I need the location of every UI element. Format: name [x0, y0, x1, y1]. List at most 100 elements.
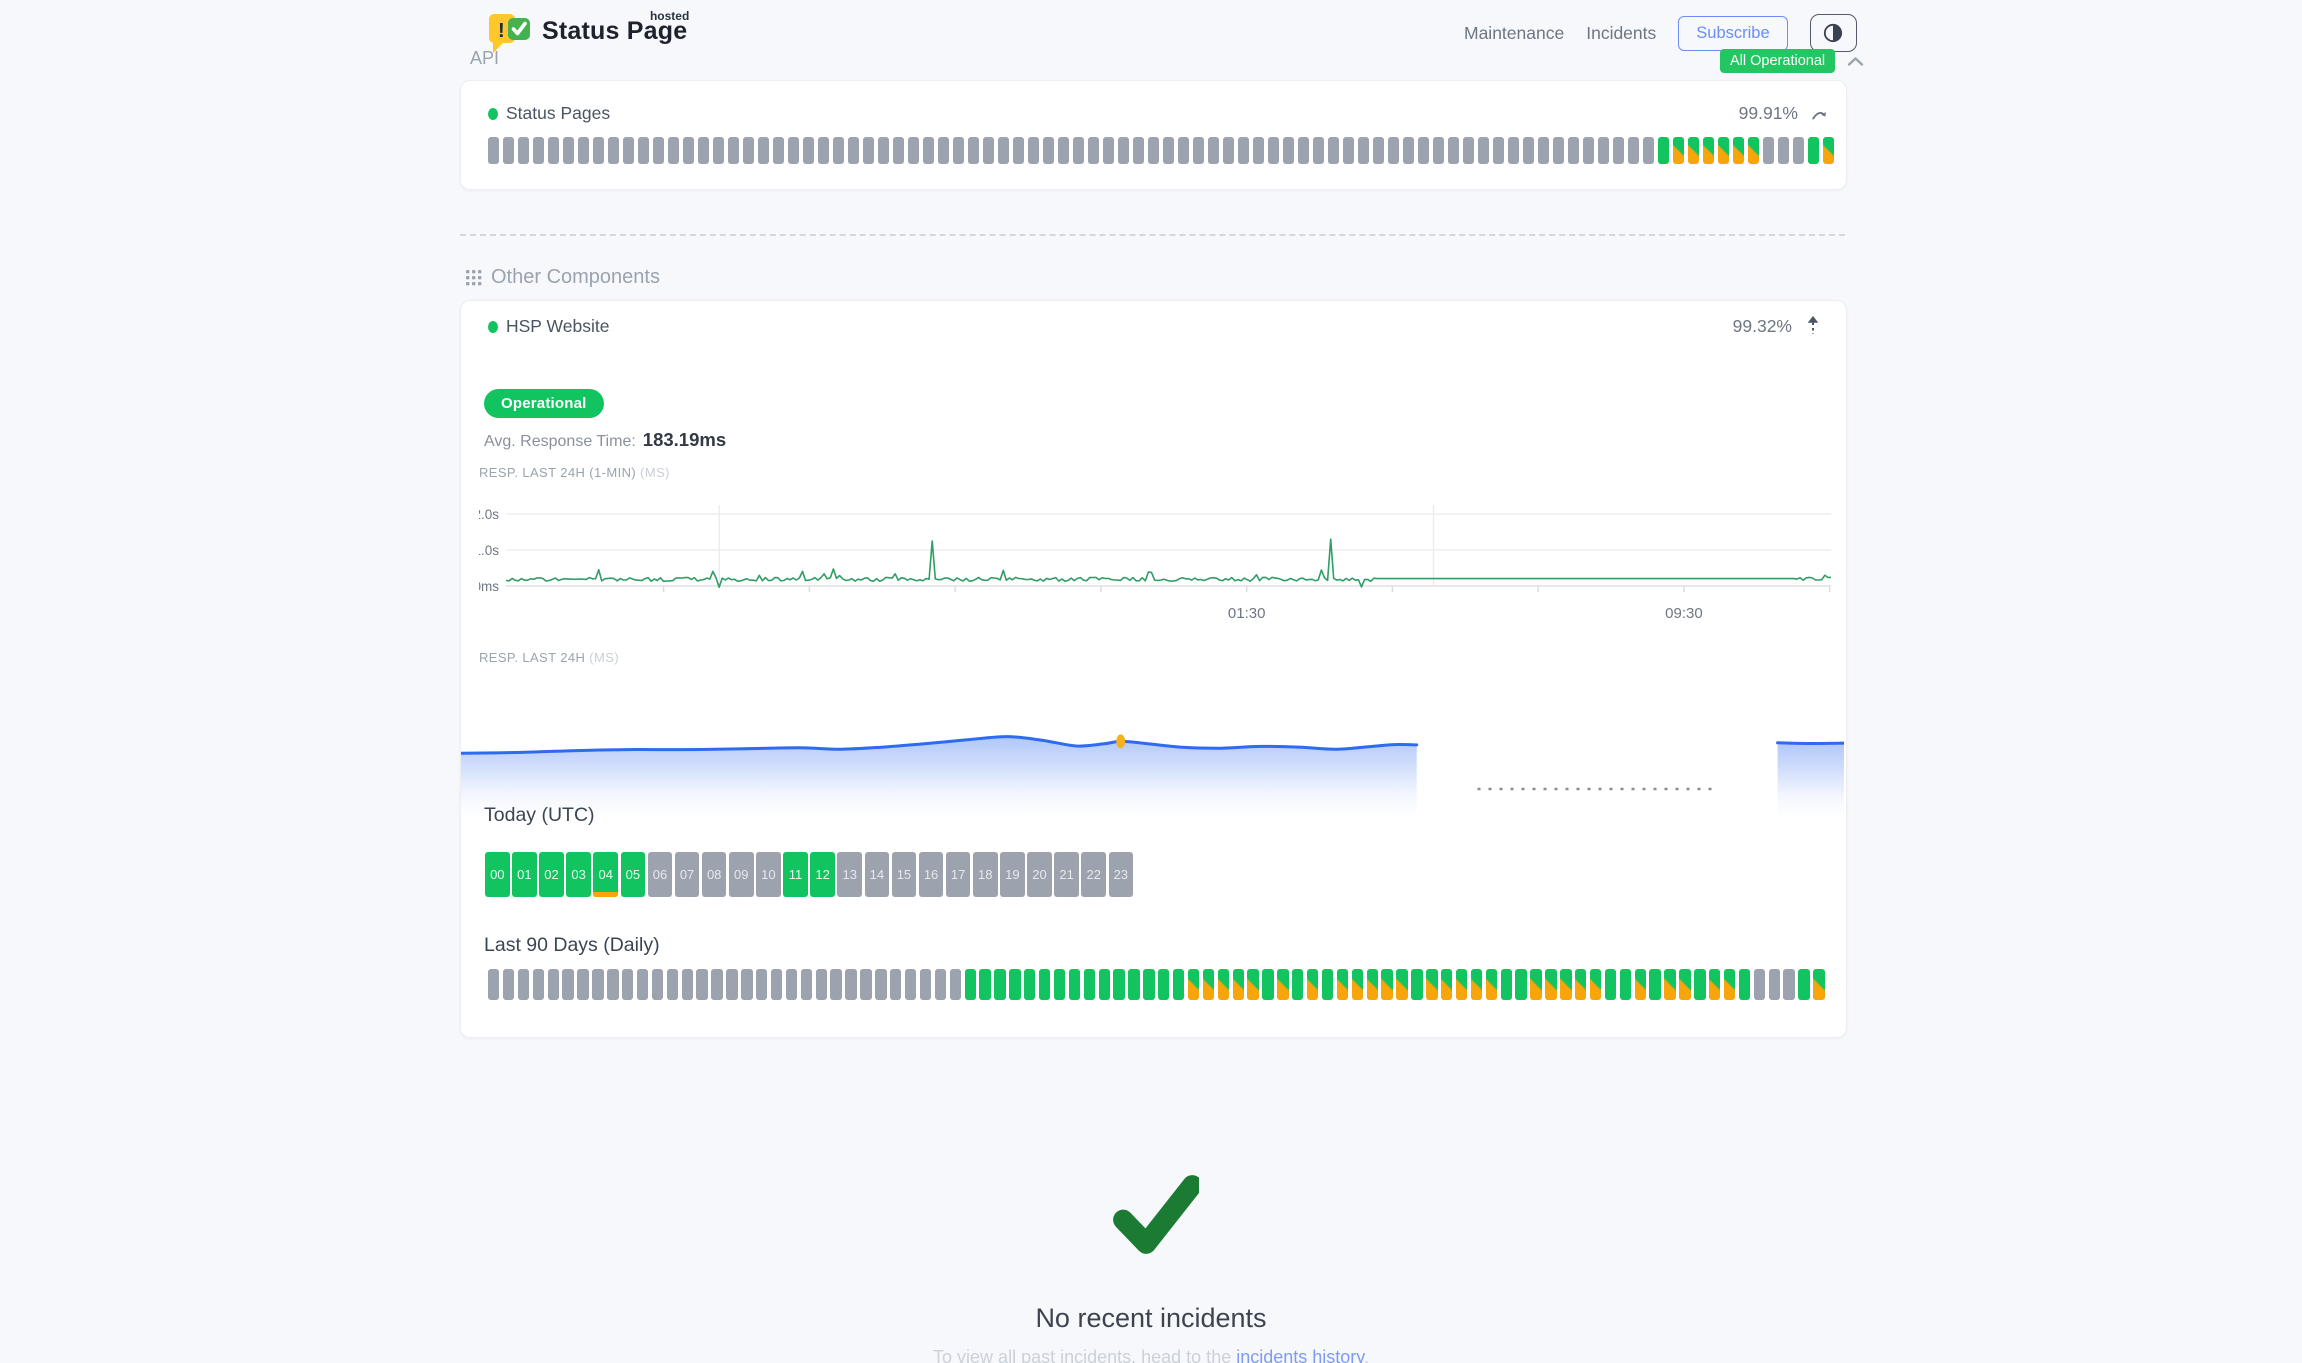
uptime-bar[interactable]	[1628, 137, 1639, 164]
refresh-icon[interactable]	[1811, 107, 1828, 128]
uptime-bar[interactable]	[1028, 137, 1039, 164]
daily-uptime-bar[interactable]	[1069, 969, 1080, 1000]
daily-uptime-bar[interactable]	[592, 969, 603, 1000]
response-time-line-chart[interactable]: 2.0s1.0s0ms01:3009:30	[479, 499, 1839, 625]
hour-block-18[interactable]: 18	[973, 852, 998, 897]
daily-uptime-bar[interactable]	[756, 969, 767, 1000]
uptime-bar[interactable]	[833, 137, 844, 164]
daily-uptime-bar[interactable]	[1352, 969, 1363, 1000]
hour-block-16[interactable]: 16	[919, 852, 944, 897]
uptime-bar[interactable]	[893, 137, 904, 164]
uptime-bar[interactable]	[998, 137, 1009, 164]
uptime-bar[interactable]	[758, 137, 769, 164]
daily-uptime-bar[interactable]	[1486, 969, 1497, 1000]
uptime-bar[interactable]	[1658, 137, 1669, 164]
daily-uptime-bar[interactable]	[562, 969, 573, 1000]
daily-uptime-bar[interactable]	[1233, 969, 1244, 1000]
daily-uptime-bar[interactable]	[1575, 969, 1586, 1000]
daily-uptime-bar[interactable]	[1694, 969, 1705, 1000]
uptime-bar[interactable]	[1163, 137, 1174, 164]
uptime-bar[interactable]	[728, 137, 739, 164]
nav-maintenance[interactable]: Maintenance	[1464, 23, 1564, 44]
uptime-bar[interactable]	[488, 137, 499, 164]
daily-uptime-bar[interactable]	[548, 969, 559, 1000]
daily-uptime-bar[interactable]	[1515, 969, 1526, 1000]
hour-block-10[interactable]: 10	[756, 852, 781, 897]
daily-uptime-bar[interactable]	[682, 969, 693, 1000]
uptime-bar[interactable]	[1283, 137, 1294, 164]
response-time-area-chart[interactable]	[461, 699, 1844, 817]
uptime-bar[interactable]	[1718, 137, 1729, 164]
daily-uptime-bar[interactable]	[801, 969, 812, 1000]
daily-uptime-bar[interactable]	[1605, 969, 1616, 1000]
uptime-bar[interactable]	[1463, 137, 1474, 164]
uptime-bar[interactable]	[1643, 137, 1654, 164]
daily-uptime-bar[interactable]	[577, 969, 588, 1000]
uptime-bar[interactable]	[1193, 137, 1204, 164]
daily-uptime-bar[interactable]	[950, 969, 961, 1000]
daily-uptime-bar[interactable]	[1739, 969, 1750, 1000]
uptime-bar[interactable]	[1703, 137, 1714, 164]
hour-block-11[interactable]: 11	[783, 852, 808, 897]
uptime-bar[interactable]	[533, 137, 544, 164]
uptime-bar[interactable]	[1073, 137, 1084, 164]
daily-uptime-bar[interactable]	[1024, 969, 1035, 1000]
incidents-history-link[interactable]: incidents history	[1236, 1347, 1364, 1363]
daily-uptime-bar[interactable]	[1292, 969, 1303, 1000]
nav-incidents[interactable]: Incidents	[1586, 23, 1656, 44]
uptime-bar[interactable]	[1118, 137, 1129, 164]
daily-uptime-bar[interactable]	[667, 969, 678, 1000]
uptime-bar[interactable]	[938, 137, 949, 164]
uptime-bar[interactable]	[593, 137, 604, 164]
daily-uptime-bar[interactable]	[845, 969, 856, 1000]
uptime-bar[interactable]	[1178, 137, 1189, 164]
daily-uptime-bar[interactable]	[1247, 969, 1258, 1000]
uptime-bar[interactable]	[1328, 137, 1339, 164]
hour-block-00[interactable]: 00	[485, 852, 510, 897]
hour-block-08[interactable]: 08	[702, 852, 727, 897]
uptime-bar[interactable]	[743, 137, 754, 164]
daily-uptime-bar[interactable]	[1367, 969, 1378, 1000]
uptime-bar[interactable]	[1538, 137, 1549, 164]
uptime-bar[interactable]	[653, 137, 664, 164]
daily-uptime-bar[interactable]	[1307, 969, 1318, 1000]
uptime-bar[interactable]	[698, 137, 709, 164]
uptime-bar[interactable]	[1778, 137, 1789, 164]
hour-block-13[interactable]: 13	[837, 852, 862, 897]
daily-uptime-bar[interactable]	[1560, 969, 1571, 1000]
uptime-bar[interactable]	[1358, 137, 1369, 164]
hour-block-03[interactable]: 03	[566, 852, 591, 897]
uptime-bar[interactable]	[1208, 137, 1219, 164]
daily-uptime-bar[interactable]	[1501, 969, 1512, 1000]
daily-uptime-bar[interactable]	[1471, 969, 1482, 1000]
daily-uptime-bar[interactable]	[1158, 969, 1169, 1000]
hour-block-12[interactable]: 12	[810, 852, 835, 897]
uptime-bar[interactable]	[1148, 137, 1159, 164]
uptime-bar[interactable]	[1388, 137, 1399, 164]
hour-block-04[interactable]: 04	[593, 852, 618, 897]
daily-uptime-bar[interactable]	[905, 969, 916, 1000]
daily-uptime-bar[interactable]	[1545, 969, 1556, 1000]
hour-block-20[interactable]: 20	[1027, 852, 1052, 897]
daily-uptime-bar[interactable]	[875, 969, 886, 1000]
uptime-bar[interactable]	[608, 137, 619, 164]
daily-uptime-bar[interactable]	[1099, 969, 1110, 1000]
uptime-bar[interactable]	[1133, 137, 1144, 164]
daily-uptime-bar[interactable]	[1754, 969, 1765, 1000]
uptime-bar[interactable]	[1763, 137, 1774, 164]
uptime-bar[interactable]	[788, 137, 799, 164]
daily-uptime-bar[interactable]	[890, 969, 901, 1000]
uptime-bar[interactable]	[968, 137, 979, 164]
daily-uptime-bar[interactable]	[607, 969, 618, 1000]
daily-uptime-bar[interactable]	[1798, 969, 1809, 1000]
uptime-bar[interactable]	[1478, 137, 1489, 164]
uptime-bar[interactable]	[1373, 137, 1384, 164]
uptime-bar[interactable]	[803, 137, 814, 164]
uptime-bar[interactable]	[713, 137, 724, 164]
daily-uptime-bar[interactable]	[1813, 969, 1824, 1000]
uptime-bar[interactable]	[1793, 137, 1804, 164]
uptime-bar[interactable]	[983, 137, 994, 164]
uptime-bar[interactable]	[1688, 137, 1699, 164]
hour-block-19[interactable]: 19	[1000, 852, 1025, 897]
uptime-bar[interactable]	[1433, 137, 1444, 164]
